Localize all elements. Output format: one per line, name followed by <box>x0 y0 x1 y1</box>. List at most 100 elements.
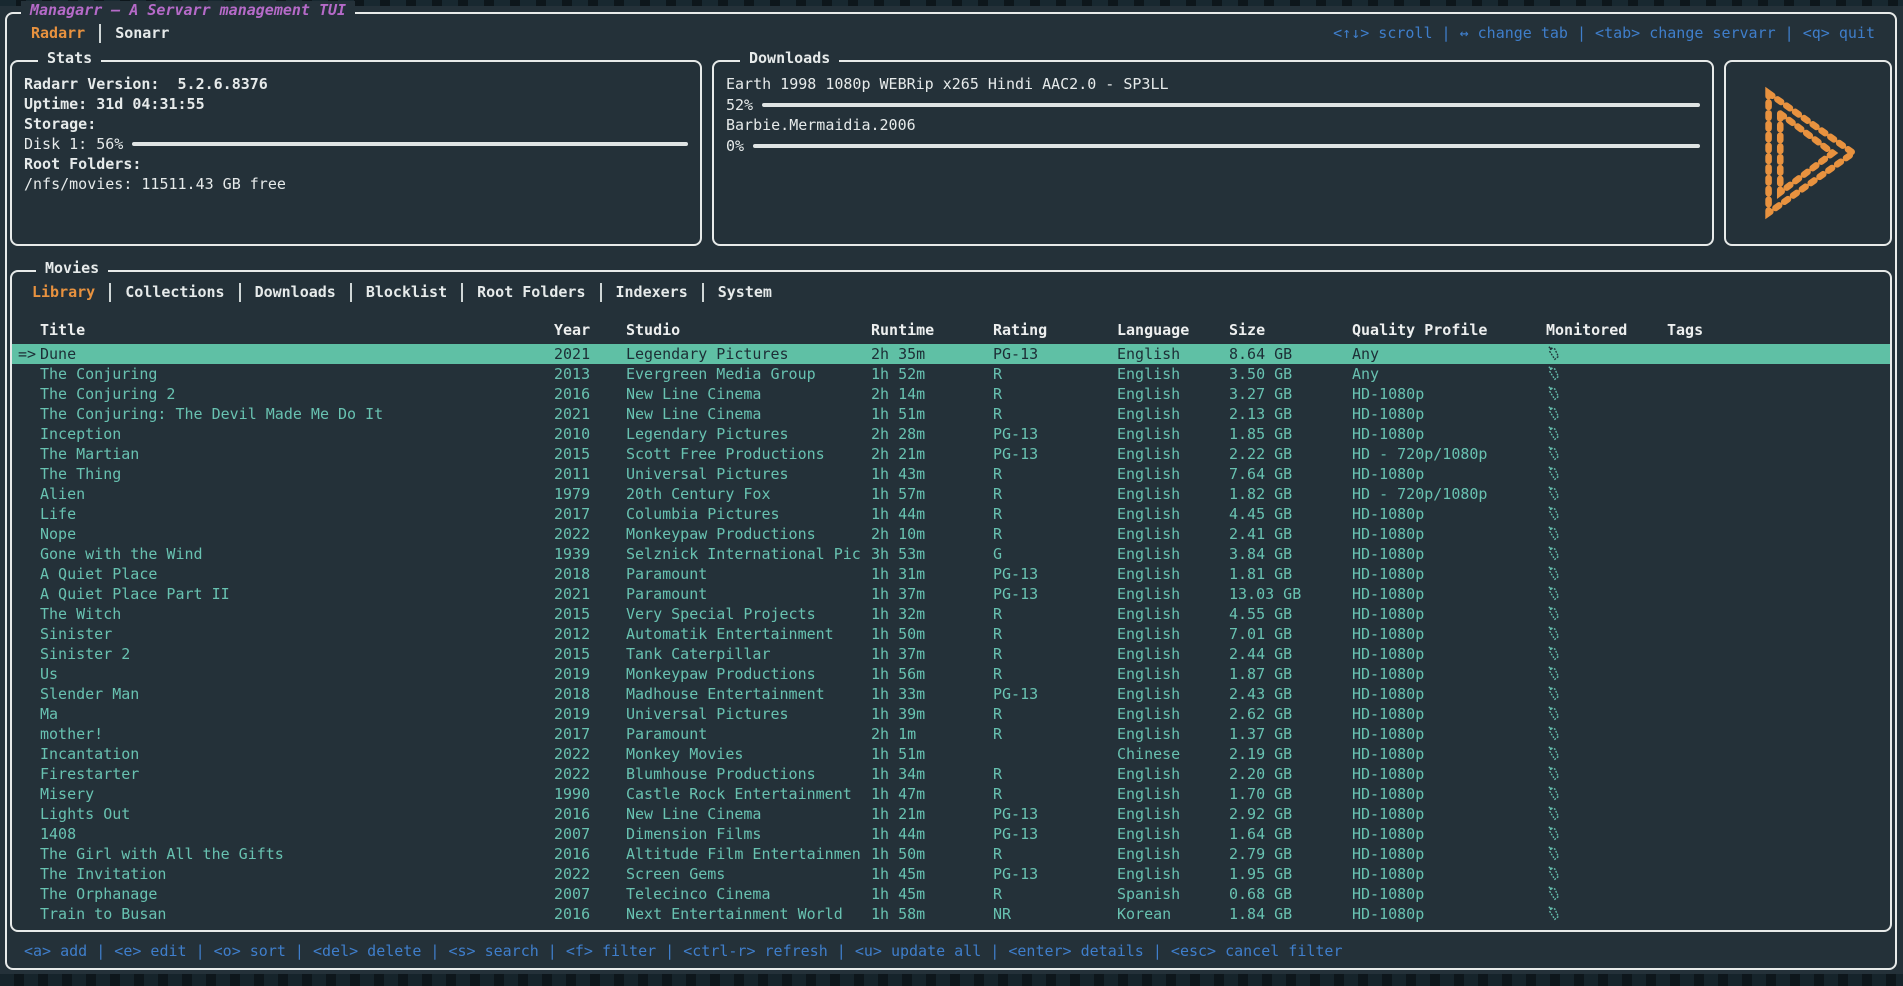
movie-monitored-cell <box>1546 504 1667 524</box>
movie-row[interactable]: mother! 2017 Paramount 2h 1m R English 1… <box>12 724 1890 744</box>
movie-row[interactable]: Us 2019 Monkeypaw Productions 1h 56m R E… <box>12 664 1890 684</box>
movie-row[interactable]: Misery 1990 Castle Rock Entertainment 1h… <box>12 784 1890 804</box>
movie-size-cell: 1.87 GB <box>1229 664 1352 684</box>
movie-runtime-cell: 2h 1m <box>871 724 993 744</box>
movie-row[interactable]: The Conjuring 2013 Evergreen Media Group… <box>12 364 1890 384</box>
movie-title-cell: The Orphanage <box>40 884 554 904</box>
disk-usage-label: Disk 1: 56% <box>24 135 123 153</box>
download-item-name: Earth 1998 1080p WEBRip x265 Hindi AAC2.… <box>726 74 1700 95</box>
tab-indexers[interactable]: Indexers <box>606 283 698 301</box>
movie-title-cell: Nope <box>40 524 554 544</box>
movie-row[interactable]: The Conjuring: The Devil Made Me Do It 2… <box>12 404 1890 424</box>
movie-row[interactable]: A Quiet Place Part II 2021 Paramount 1h … <box>12 584 1890 604</box>
movie-row[interactable]: 1408 2007 Dimension Films 1h 44m PG-13 E… <box>12 824 1890 844</box>
movie-studio-cell: Next Entertainment World <box>626 904 871 924</box>
movie-studio-cell: Paramount <box>626 564 871 584</box>
movie-rating-cell: PG-13 <box>993 444 1117 464</box>
movie-monitored-cell <box>1546 604 1667 624</box>
movie-runtime-cell: 1h 57m <box>871 484 993 504</box>
tab-divider <box>109 283 111 302</box>
movie-year-cell: 2007 <box>554 824 626 844</box>
movie-size-cell: 2.20 GB <box>1229 764 1352 784</box>
movie-year-cell: 2018 <box>554 684 626 704</box>
tag-icon <box>1546 706 1561 721</box>
movie-row[interactable]: Incantation 2022 Monkey Movies 1h 51m Ch… <box>12 744 1890 764</box>
movie-row[interactable]: The Thing 2011 Universal Pictures 1h 43m… <box>12 464 1890 484</box>
movie-rating-cell: R <box>993 764 1117 784</box>
column-header-title: Title <box>40 320 554 340</box>
tag-icon <box>1546 526 1561 541</box>
movie-language-cell: English <box>1117 504 1229 524</box>
tag-icon <box>1546 626 1561 641</box>
movie-row[interactable]: The Orphanage 2007 Telecinco Cinema 1h 4… <box>12 884 1890 904</box>
movie-row[interactable]: Slender Man 2018 Madhouse Entertainment … <box>12 684 1890 704</box>
movie-title-cell: The Conjuring: The Devil Made Me Do It <box>40 404 554 424</box>
movie-language-cell: English <box>1117 804 1229 824</box>
movie-language-cell: English <box>1117 404 1229 424</box>
movie-language-cell: English <box>1117 424 1229 444</box>
movie-row[interactable]: A Quiet Place 2018 Paramount 1h 31m PG-1… <box>12 564 1890 584</box>
movie-year-cell: 2017 <box>554 504 626 524</box>
movie-row[interactable]: Ma 2019 Universal Pictures 1h 39m R Engl… <box>12 704 1890 724</box>
movie-quality-profile-cell: HD-1080p <box>1352 404 1546 424</box>
movie-quality-profile-cell: HD-1080p <box>1352 504 1546 524</box>
movie-language-cell: English <box>1117 644 1229 664</box>
movie-language-cell: English <box>1117 364 1229 384</box>
tab-root-folders[interactable]: Root Folders <box>467 283 595 301</box>
movie-row[interactable]: Alien 1979 20th Century Fox 1h 57m R Eng… <box>12 484 1890 504</box>
column-header-size: Size <box>1229 320 1352 340</box>
movie-row[interactable]: The Conjuring 2 2016 New Line Cinema 2h … <box>12 384 1890 404</box>
movie-row[interactable]: Gone with the Wind 1939 Selznick Interna… <box>12 544 1890 564</box>
movie-title-cell: Dune <box>40 344 554 364</box>
movie-row[interactable]: => Dune 2021 Legendary Pictures 2h 35m P… <box>12 344 1890 364</box>
movie-year-cell: 2022 <box>554 864 626 884</box>
movie-runtime-cell: 1h 44m <box>871 824 993 844</box>
download-progress-line: 52% <box>726 95 1700 115</box>
clipped-terminal-line-bottom <box>0 974 1903 986</box>
movie-rating-cell: R <box>993 724 1117 744</box>
movie-row[interactable]: Nope 2022 Monkeypaw Productions 2h 10m R… <box>12 524 1890 544</box>
tab-library[interactable]: Library <box>22 283 105 301</box>
tab-sonarr[interactable]: Sonarr <box>105 24 179 42</box>
movie-language-cell: English <box>1117 544 1229 564</box>
movie-title-cell: The Girl with All the Gifts <box>40 844 554 864</box>
selection-marker: => <box>12 344 40 364</box>
movie-quality-profile-cell: HD-1080p <box>1352 884 1546 904</box>
movie-row[interactable]: Sinister 2012 Automatik Entertainment 1h… <box>12 624 1890 644</box>
movie-monitored-cell <box>1546 584 1667 604</box>
movie-title-cell: Ma <box>40 704 554 724</box>
movie-row[interactable]: Sinister 2 2015 Tank Caterpillar 1h 37m … <box>12 644 1890 664</box>
movie-row[interactable]: Train to Busan 2016 Next Entertainment W… <box>12 904 1890 924</box>
download-percent-label: 52% <box>726 96 753 114</box>
table-header-row: TitleYearStudioRuntimeRatingLanguageSize… <box>12 320 1890 340</box>
movie-row[interactable]: The Martian 2015 Scott Free Productions … <box>12 444 1890 464</box>
movie-rating-cell: PG-13 <box>993 824 1117 844</box>
stats-panel-title: Stats <box>38 49 101 67</box>
movie-row[interactable]: The Invitation 2022 Screen Gems 1h 45m P… <box>12 864 1890 884</box>
movie-runtime-cell: 1h 37m <box>871 584 993 604</box>
movie-runtime-cell: 1h 50m <box>871 624 993 644</box>
movie-runtime-cell: 1h 37m <box>871 644 993 664</box>
movie-row[interactable]: Lights Out 2016 New Line Cinema 1h 21m P… <box>12 804 1890 824</box>
movie-row[interactable]: The Witch 2015 Very Special Projects 1h … <box>12 604 1890 624</box>
movie-quality-profile-cell: HD-1080p <box>1352 584 1546 604</box>
movie-monitored-cell <box>1546 384 1667 404</box>
tab-blocklist[interactable]: Blocklist <box>356 283 457 301</box>
movie-row[interactable]: Life 2017 Columbia Pictures 1h 44m R Eng… <box>12 504 1890 524</box>
movie-row[interactable]: Firestarter 2022 Blumhouse Productions 1… <box>12 764 1890 784</box>
tab-radarr[interactable]: Radarr <box>21 24 95 42</box>
tab-collections[interactable]: Collections <box>115 283 234 301</box>
movie-language-cell: English <box>1117 344 1229 364</box>
tab-downloads[interactable]: Downloads <box>245 283 346 301</box>
tag-icon <box>1546 806 1561 821</box>
movie-year-cell: 2021 <box>554 584 626 604</box>
tab-divider <box>350 283 352 302</box>
column-header-quality-profile: Quality Profile <box>1352 320 1546 340</box>
movie-year-cell: 2013 <box>554 364 626 384</box>
tab-system[interactable]: System <box>708 283 782 301</box>
movie-runtime-cell: 1h 31m <box>871 564 993 584</box>
movie-title-cell: Inception <box>40 424 554 444</box>
movie-row[interactable]: The Girl with All the Gifts 2016 Altitud… <box>12 844 1890 864</box>
movie-title-cell: Lights Out <box>40 804 554 824</box>
movie-row[interactable]: Inception 2010 Legendary Pictures 2h 28m… <box>12 424 1890 444</box>
